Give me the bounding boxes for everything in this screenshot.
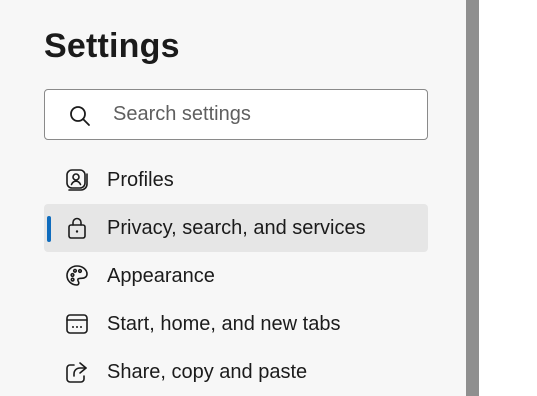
- sidebar-item-label: Share, copy and paste: [107, 361, 308, 383]
- palette-icon: [64, 263, 90, 289]
- sidebar-item-appearance[interactable]: Appearance: [44, 252, 428, 300]
- settings-nav: Profiles Privacy, search, and services A…: [44, 156, 428, 396]
- start-home-icon: [64, 311, 90, 337]
- profile-icon: [64, 167, 90, 193]
- selected-indicator: [47, 216, 51, 242]
- search-input[interactable]: [113, 90, 413, 139]
- sidebar-item-label: Start, home, and new tabs: [107, 313, 341, 335]
- share-icon: [64, 359, 90, 385]
- lock-icon: [64, 215, 90, 241]
- search-box[interactable]: [44, 89, 428, 140]
- sidebar-item-label: Appearance: [107, 265, 215, 287]
- sidebar-item-share-copy-paste[interactable]: Share, copy and paste: [44, 348, 428, 396]
- sidebar-item-label: Profiles: [107, 169, 174, 191]
- content-pane: [479, 0, 537, 396]
- page-title: Settings: [44, 27, 180, 65]
- settings-sidebar: Settings Profiles: [0, 0, 466, 396]
- pane-divider[interactable]: [466, 0, 479, 396]
- search-icon: [67, 103, 93, 129]
- sidebar-item-privacy[interactable]: Privacy, search, and services: [44, 204, 428, 252]
- sidebar-item-profiles[interactable]: Profiles: [44, 156, 428, 204]
- sidebar-item-label: Privacy, search, and services: [107, 217, 366, 239]
- sidebar-item-start-home[interactable]: Start, home, and new tabs: [44, 300, 428, 348]
